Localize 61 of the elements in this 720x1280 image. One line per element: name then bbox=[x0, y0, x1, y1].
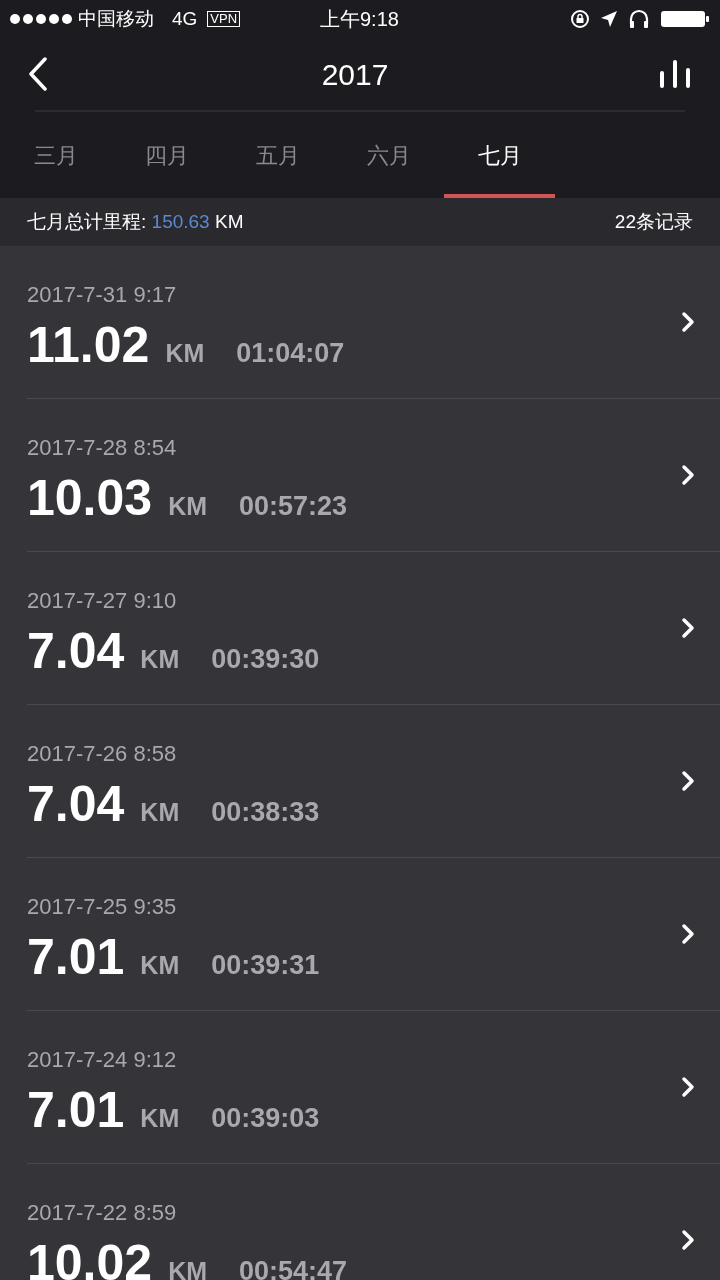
distance-unit: KM bbox=[168, 490, 207, 522]
distance-value: 7.01 bbox=[27, 927, 125, 987]
clock-time: 上午9:18 bbox=[320, 7, 399, 32]
run-record-row[interactable]: 2017-7-22 8:59 10.02 KM 00:54:47 bbox=[27, 1164, 720, 1280]
run-duration: 00:39:03 bbox=[211, 1101, 320, 1135]
headphones-icon bbox=[628, 9, 650, 29]
vpn-indicator: VPN bbox=[207, 11, 241, 27]
back-chevron-icon bbox=[28, 57, 48, 91]
run-record-row[interactable]: 2017-7-25 9:35 7.01 KM 00:39:31 bbox=[27, 858, 720, 1011]
record-date: 2017-7-25 9:35 bbox=[27, 892, 177, 921]
record-date: 2017-7-26 8:58 bbox=[27, 739, 177, 768]
chevron-right-icon bbox=[681, 1229, 695, 1251]
run-record-row[interactable]: 2017-7-24 9:12 7.01 KM 00:39:03 bbox=[27, 1011, 720, 1164]
month-tab[interactable]: 三月 bbox=[0, 112, 111, 198]
chevron-right-icon bbox=[681, 617, 695, 639]
run-duration: 00:39:31 bbox=[211, 948, 320, 982]
rotation-lock-icon bbox=[570, 9, 590, 29]
record-date: 2017-7-27 9:10 bbox=[27, 586, 177, 615]
distance-value: 7.01 bbox=[27, 1080, 125, 1140]
network-type: 4G bbox=[172, 6, 198, 31]
distance-value: 11.02 bbox=[27, 315, 150, 375]
distance-value: 10.02 bbox=[27, 1233, 153, 1280]
month-tab[interactable]: 四月 bbox=[111, 112, 222, 198]
run-duration: 00:39:30 bbox=[211, 642, 320, 676]
location-arrow-icon bbox=[600, 10, 618, 28]
battery-icon bbox=[660, 9, 710, 29]
run-duration: 00:57:23 bbox=[239, 489, 348, 523]
distance-unit: KM bbox=[140, 1102, 180, 1134]
bar-chart-icon bbox=[659, 59, 691, 89]
run-record-row[interactable]: 2017-7-26 8:58 7.04 KM 00:38:33 bbox=[27, 705, 720, 858]
run-duration: 00:38:33 bbox=[211, 795, 320, 829]
month-tab[interactable]: 五月 bbox=[222, 112, 333, 198]
run-record-row[interactable]: 2017-7-28 8:54 10.03 KM 00:57:23 bbox=[27, 399, 720, 552]
distance-unit: KM bbox=[140, 643, 180, 675]
statistics-button[interactable] bbox=[658, 59, 692, 89]
monthly-distance-total: 七月总计里程: 150.63 KM bbox=[27, 209, 244, 234]
run-record-row[interactable]: 2017-7-27 9:10 7.04 KM 00:39:30 bbox=[27, 552, 720, 705]
distance-unit: KM bbox=[168, 1255, 207, 1280]
run-record-row[interactable]: 2017-7-31 9:17 11.02 KM 01:04:07 bbox=[27, 246, 720, 399]
chevron-right-icon bbox=[681, 464, 695, 486]
chevron-right-icon bbox=[681, 1076, 695, 1098]
record-count: 22条记录 bbox=[614, 209, 693, 234]
record-date: 2017-7-28 8:54 bbox=[27, 433, 177, 462]
distance-unit: KM bbox=[165, 337, 205, 369]
distance-value: 7.04 bbox=[27, 774, 125, 834]
month-tab[interactable]: 六月 bbox=[333, 112, 444, 198]
record-date: 2017-7-31 9:17 bbox=[27, 280, 177, 309]
run-duration: 00:54:47 bbox=[239, 1254, 348, 1280]
chevron-right-icon bbox=[681, 311, 695, 333]
record-date: 2017-7-22 8:59 bbox=[27, 1198, 177, 1227]
chevron-right-icon bbox=[681, 770, 695, 792]
record-date: 2017-7-24 9:12 bbox=[27, 1045, 177, 1074]
distance-unit: KM bbox=[140, 949, 180, 981]
chevron-right-icon bbox=[681, 923, 695, 945]
distance-unit: KM bbox=[140, 796, 180, 828]
distance-value: 7.04 bbox=[27, 621, 125, 681]
distance-value: 10.03 bbox=[27, 468, 153, 528]
signal-icon bbox=[10, 14, 72, 24]
carrier-name: 中国移动 bbox=[78, 6, 154, 31]
page-title: 2017 bbox=[321, 56, 389, 93]
run-duration: 01:04:07 bbox=[236, 336, 345, 370]
